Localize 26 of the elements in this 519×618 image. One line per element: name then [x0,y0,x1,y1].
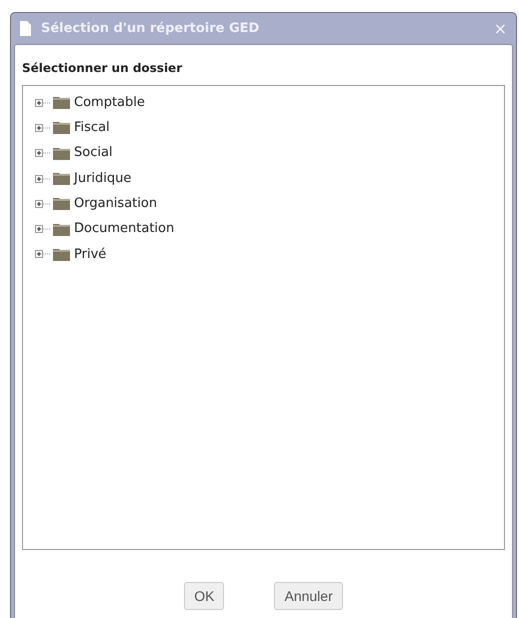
expand-icon[interactable] [35,198,51,210]
document-icon [20,21,31,36]
expand-icon[interactable] [35,122,51,134]
expand-icon[interactable] [35,248,51,260]
tree-item-label[interactable]: Juridique [74,168,132,188]
folder-icon [53,146,70,160]
folder-icon [53,197,70,210]
expand-icon[interactable] [35,223,51,236]
cancel-button[interactable]: Annuler [274,582,343,610]
section-heading: Sélectionner un dossier [22,60,184,77]
tree-item-label[interactable]: Privé [74,244,106,264]
tree-item-label[interactable]: Fiscal [74,118,110,138]
tree-item-label[interactable]: Organisation [74,194,158,214]
expand-icon[interactable] [35,96,51,109]
window-title: Sélection d'un répertoire GED [41,20,260,38]
folder-icon [53,222,70,236]
folder-icon [53,96,70,110]
expand-icon[interactable] [35,147,51,160]
folder-icon [53,121,70,134]
tree-item-label[interactable]: Social [74,143,113,163]
folder-icon [53,248,70,261]
ok-button[interactable]: OK [184,582,224,610]
tree-item-label[interactable]: Comptable [74,92,145,112]
folder-icon [53,172,70,186]
expand-icon[interactable] [35,172,51,185]
tree-item-label[interactable]: Documentation [74,219,174,239]
